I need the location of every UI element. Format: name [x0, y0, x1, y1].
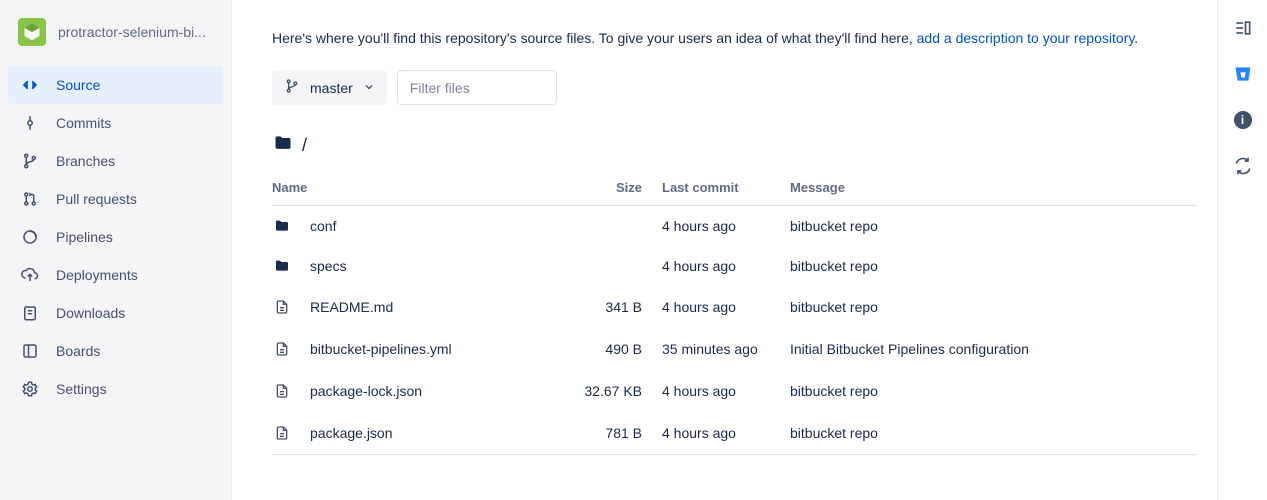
sidebar-item-label: Boards: [56, 343, 100, 359]
sidebar-item-label: Pull requests: [56, 191, 137, 207]
pipelines-icon: [20, 227, 40, 247]
file-last-commit: 4 hours ago: [662, 370, 790, 412]
breadcrumb-root[interactable]: /: [302, 135, 307, 156]
intro-text: Here's where you'll find this repository…: [272, 30, 1197, 46]
col-header-last-commit[interactable]: Last commit: [662, 172, 790, 206]
file-last-commit: 4 hours ago: [662, 206, 790, 247]
file-last-commit: 4 hours ago: [662, 286, 790, 328]
sidebar-item-settings[interactable]: Settings: [8, 370, 223, 408]
file-name-link[interactable]: specs: [310, 258, 347, 274]
sidebar-item-label: Source: [56, 77, 100, 93]
add-description-link[interactable]: add a description to your repository: [917, 30, 1135, 46]
sidebar-item-label: Pipelines: [56, 229, 113, 245]
sidebar-item-label: Branches: [56, 153, 115, 169]
file-last-commit: 4 hours ago: [662, 412, 790, 455]
file-icon: [272, 424, 292, 442]
col-header-message[interactable]: Message: [790, 172, 1197, 206]
sidebar-item-source[interactable]: Source: [8, 66, 223, 104]
repo-avatar-icon: [18, 18, 46, 46]
pull-request-icon: [20, 189, 40, 209]
file-table: Name Size Last commit Message conf 4 hour…: [272, 172, 1197, 455]
info-icon[interactable]: i: [1231, 108, 1255, 132]
right-sidebar: i: [1217, 0, 1267, 500]
file-name-link[interactable]: package-lock.json: [310, 383, 422, 399]
boards-icon: [20, 341, 40, 361]
table-row: package-lock.json 32.67 KB4 hours agobitb…: [272, 370, 1197, 412]
file-message: bitbucket repo: [790, 370, 1197, 412]
file-message: Initial Bitbucket Pipelines configuratio…: [790, 328, 1197, 370]
folder-icon: [272, 258, 292, 274]
table-row: README.md 341 B4 hours agobitbucket repo: [272, 286, 1197, 328]
file-message: bitbucket repo: [790, 206, 1197, 247]
filter-files-input[interactable]: [397, 70, 557, 105]
file-message: bitbucket repo: [790, 412, 1197, 455]
file-size: 781 B: [572, 412, 662, 455]
file-name-link[interactable]: package.json: [310, 425, 393, 441]
sidebar-item-boards[interactable]: Boards: [8, 332, 223, 370]
downloads-icon: [20, 303, 40, 323]
file-icon: [272, 382, 292, 400]
repo-title: protractor-selenium-bi...: [58, 24, 206, 40]
file-size: [572, 206, 662, 247]
file-last-commit: 4 hours ago: [662, 246, 790, 286]
commit-icon: [20, 113, 40, 133]
bitbucket-icon[interactable]: [1231, 62, 1255, 86]
branch-icon: [284, 78, 300, 97]
intro-after: .: [1134, 30, 1138, 46]
sidebar-item-label: Commits: [56, 115, 111, 131]
branch-name: master: [310, 80, 353, 96]
expand-panel-icon[interactable]: [1231, 16, 1255, 40]
file-name-link[interactable]: conf: [310, 218, 336, 234]
file-message: bitbucket repo: [790, 286, 1197, 328]
sidebar-item-label: Downloads: [56, 305, 125, 321]
sync-icon[interactable]: [1231, 154, 1255, 178]
file-size: 341 B: [572, 286, 662, 328]
table-row: bitbucket-pipelines.yml 490 B35 minutes a…: [272, 328, 1197, 370]
controls-row: master: [272, 70, 1197, 105]
intro-before: Here's where you'll find this repository…: [272, 30, 917, 46]
deployments-icon: [20, 265, 40, 285]
sidebar-item-deployments[interactable]: Deployments: [8, 256, 223, 294]
file-size: 490 B: [572, 328, 662, 370]
repo-header[interactable]: protractor-selenium-bi...: [0, 12, 231, 56]
file-icon: [272, 340, 292, 358]
sidebar-item-label: Settings: [56, 381, 107, 397]
table-row: package.json 781 B4 hours agobitbucket re…: [272, 412, 1197, 455]
breadcrumb: /: [272, 133, 1197, 158]
file-icon: [272, 298, 292, 316]
file-size: 32.67 KB: [572, 370, 662, 412]
branch-icon: [20, 151, 40, 171]
file-last-commit: 35 minutes ago: [662, 328, 790, 370]
chevron-down-icon: [363, 80, 375, 96]
sidebar-item-commits[interactable]: Commits: [8, 104, 223, 142]
folder-icon: [272, 133, 294, 158]
file-name-link[interactable]: bitbucket-pipelines.yml: [310, 341, 452, 357]
sidebar-nav: Source Commits Branches Pull requests Pi…: [0, 66, 231, 408]
sidebar-item-branches[interactable]: Branches: [8, 142, 223, 180]
main-content: Here's where you'll find this repository…: [232, 0, 1217, 500]
gear-icon: [20, 379, 40, 399]
file-message: bitbucket repo: [790, 246, 1197, 286]
sidebar-item-label: Deployments: [56, 267, 138, 283]
branch-selector[interactable]: master: [272, 70, 387, 105]
table-row: conf 4 hours agobitbucket repo: [272, 206, 1197, 247]
table-row: specs 4 hours agobitbucket repo: [272, 246, 1197, 286]
col-header-size[interactable]: Size: [572, 172, 662, 206]
file-size: [572, 246, 662, 286]
col-header-name[interactable]: Name: [272, 172, 572, 206]
sidebar-item-downloads[interactable]: Downloads: [8, 294, 223, 332]
code-icon: [20, 75, 40, 95]
sidebar-item-pipelines[interactable]: Pipelines: [8, 218, 223, 256]
file-name-link[interactable]: README.md: [310, 299, 393, 315]
sidebar-item-pull-requests[interactable]: Pull requests: [8, 180, 223, 218]
sidebar: protractor-selenium-bi... Source Commits…: [0, 0, 232, 500]
folder-icon: [272, 218, 292, 234]
